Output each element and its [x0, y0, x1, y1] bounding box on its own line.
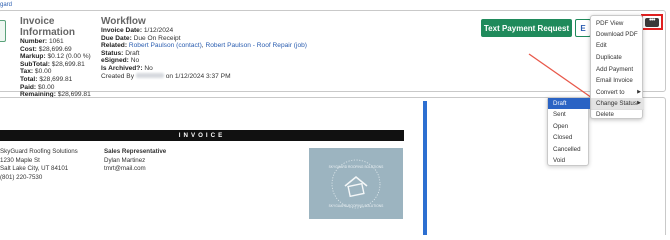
invoice-info-row: Total: $28,699.81 [20, 76, 102, 84]
invoice-info-row: SubTotal: $28,699.81 [20, 61, 102, 69]
status-option-sent[interactable]: Sent [548, 109, 590, 120]
ellipsis-icon: ••• [645, 17, 659, 27]
workflow-section: Workflow Invoice Date: 1/12/2024 Due Dat… [101, 16, 311, 80]
status-value: Draft [125, 49, 140, 57]
menu-item-pdf-view[interactable]: PDF View [591, 18, 644, 29]
chevron-right-icon: ▶ [637, 100, 641, 106]
actions-menu: PDF View Download PDF Edit Duplicate Add… [590, 15, 644, 120]
invoice-info-label: Tax: [20, 68, 34, 76]
page-divider [423, 101, 427, 235]
invoice-info-value: $0.12 (0.00 %) [47, 53, 91, 61]
related-contact-link[interactable]: Robert Paulson (contact) [129, 42, 202, 49]
archived-value: No [144, 64, 153, 72]
invoice-info-row: Markup: $0.12 (0.00 %) [20, 53, 102, 61]
menu-item-download-pdf[interactable]: Download PDF [591, 29, 644, 40]
invoice-info-value: $0.00 [37, 83, 55, 91]
related-job-link[interactable]: Robert Paulson - Roof Repair (job) [205, 42, 307, 49]
company-name: SkyGuard Roofing Solutions [0, 148, 78, 155]
menu-item-duplicate[interactable]: Duplicate [591, 52, 644, 63]
convert-to-label: Convert to [596, 89, 625, 96]
sales-rep-block: Sales Representative Dylan Martinez tmrt… [104, 148, 194, 174]
breadcrumb[interactable]: gard [0, 2, 12, 8]
invoice-info-value: $28,699.81 [39, 75, 73, 83]
logo-text-bottom: SKYGUARD ROOFING SOLUTIONS [329, 204, 385, 208]
invoice-document-icon [0, 20, 6, 42]
menu-item-edit[interactable]: Edit [591, 40, 644, 51]
status-submenu: Draft Sent Open Closed Cancelled Void [547, 97, 590, 166]
status-option-open[interactable]: Open [548, 121, 590, 132]
created-by-label: Created By [101, 72, 134, 80]
workflow-title: Workflow [101, 16, 146, 27]
invoice-screen: gard Invoice Information Number: 1061 Cos… [0, 0, 670, 235]
invoice-info-label: Cost: [20, 45, 37, 53]
status-option-cancelled[interactable]: Cancelled [548, 144, 590, 155]
company-logo: SKYGUARD ROOFING SOLUTIONS SKYGUARD ROOF… [309, 148, 403, 219]
menu-item-email-invoice[interactable]: Email Invoice [591, 75, 644, 86]
company-phone: (801) 220-7530 [0, 173, 43, 181]
esigned-value: No [130, 57, 140, 65]
status-option-void[interactable]: Void [548, 155, 590, 166]
invoice-info-value: $28,699.69 [38, 45, 72, 53]
menu-item-change-status[interactable]: Change Status ▶ [591, 98, 644, 109]
invoice-info-label: Number: [20, 38, 48, 45]
logo-text-top: SKYGUARD ROOFING SOLUTIONS [329, 165, 385, 169]
invoice-info-row: Tax: $0.00 [20, 68, 102, 76]
sales-rep-heading: Sales Representative [104, 148, 167, 155]
invoice-info-row: Cost: $28,699.69 [20, 46, 102, 54]
invoice-heading: INVOICE [0, 130, 404, 141]
menu-item-delete[interactable]: Delete [591, 109, 644, 120]
invoice-info-section: Invoice Information Number: 1061 Cost: $2… [20, 16, 102, 106]
menu-item-add-payment[interactable]: Add Payment [591, 64, 644, 75]
invoice-info-label: Markup: [20, 53, 46, 61]
invoice-date: 1/12/2024 [143, 27, 174, 34]
email-button[interactable]: E [575, 19, 591, 37]
created-date: on 1/12/2024 3:37 PM [165, 72, 231, 80]
sales-rep-email: tmrt@mail.com [104, 165, 146, 172]
company-city: Salt Lake City, UT 84101 [0, 165, 69, 172]
chevron-right-icon: ▶ [637, 89, 641, 95]
invoice-info-title: Invoice Information [20, 16, 75, 38]
invoice-info-label: SubTotal: [20, 60, 50, 68]
invoice-info-label: Total: [20, 75, 38, 83]
status-option-closed[interactable]: Closed [548, 132, 590, 143]
invoice-info-row: Paid: $0.00 [20, 84, 102, 92]
invoice-info-value: $28,699.81 [51, 60, 85, 68]
sales-rep-name: Dylan Martinez [104, 156, 146, 164]
invoice-info-label: Paid: [20, 83, 37, 91]
redacted-user [135, 73, 164, 79]
due-date: Due On Receipt [133, 34, 181, 42]
invoice-info-value: 1061 [48, 38, 64, 45]
status-option-draft[interactable]: Draft [548, 98, 590, 109]
text-payment-request-button[interactable]: Text Payment Request [481, 19, 572, 37]
invoice-info-row: Number: 1061 [20, 38, 102, 46]
company-street: 1230 Maple St [0, 156, 40, 164]
company-block: SkyGuard Roofing Solutions 1230 Maple St… [0, 148, 95, 182]
more-actions-button[interactable]: ••• [641, 14, 663, 30]
invoice-info-value: $0.00 [34, 68, 52, 76]
change-status-label: Change Status [596, 100, 637, 107]
menu-item-convert-to[interactable]: Convert to ▶ [591, 87, 644, 98]
